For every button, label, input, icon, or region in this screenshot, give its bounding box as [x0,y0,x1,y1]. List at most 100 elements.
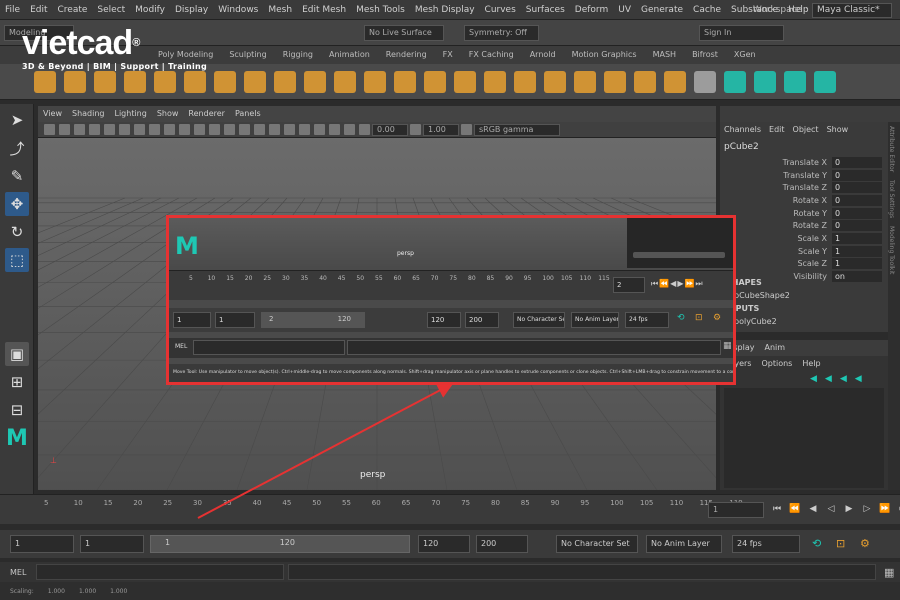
pipe-icon[interactable] [304,70,326,93]
inset-anim-layer[interactable]: No Anim Layer [571,312,619,328]
menu-9[interactable]: Mesh Tools [351,0,410,20]
fps-dropdown[interactable]: 24 fps [732,535,800,553]
anim-layer-dropdown[interactable]: No Anim Layer [646,535,722,553]
extrude-icon[interactable] [604,70,626,93]
menu-15[interactable]: Generate [636,0,688,20]
step-forward-key-icon[interactable]: ⏩ [878,502,892,516]
shape-node[interactable]: pCubeShape2 [720,289,888,302]
inset-playback-end-field[interactable]: 120 [427,312,461,328]
menu-3[interactable]: Select [92,0,130,20]
viewport-menu-4[interactable]: Renderer [183,106,230,122]
menu-16[interactable]: Cache [688,0,726,20]
animation-end-field[interactable]: 200 [476,535,528,553]
single-view-icon[interactable]: ▣ [5,342,29,366]
inset-mel-input[interactable] [193,340,345,355]
menu-2[interactable]: Create [53,0,93,20]
exposure-icon[interactable] [359,124,370,135]
shelf-tab-1[interactable]: Sculpting [221,46,274,64]
attribute-value-field[interactable]: 0 [832,220,882,232]
soccer-icon[interactable] [364,70,386,93]
shelf-tab-5[interactable]: FX [435,46,461,64]
paint-select-icon[interactable]: ✎ [5,164,29,188]
attribute-value-field[interactable]: 0 [832,156,882,168]
sculpt-icon[interactable] [814,70,836,93]
two-view-icon[interactable]: ⊟ [5,398,29,422]
viewport-menu-1[interactable]: Shading [67,106,110,122]
shelf-tab-8[interactable]: Motion Graphics [564,46,645,64]
viewport-menu-0[interactable]: View [38,106,67,122]
image-plane-icon[interactable] [89,124,100,135]
current-frame-field[interactable]: 1 [708,502,764,518]
menu-8[interactable]: Edit Mesh [297,0,351,20]
disc-icon[interactable] [214,70,236,93]
range-slider[interactable]: 1 120 [150,535,410,553]
menu-6[interactable]: Windows [213,0,263,20]
script-editor-icon[interactable]: ▦ [884,566,894,579]
auto-key-icon[interactable]: ⊡ [836,537,845,550]
shelf-tab-6[interactable]: FX Caching [461,46,522,64]
channel-menu-0[interactable]: Channels [720,122,765,138]
antialias-icon[interactable] [239,124,250,135]
input-node[interactable]: polyCube2 [720,315,888,328]
inset-start-field[interactable]: 1 [173,312,211,328]
sign-in-button[interactable]: Sign In [699,24,784,41]
type-icon[interactable] [394,70,416,93]
anim-preferences-icon[interactable]: ⚙ [860,537,870,550]
step-back-key-icon[interactable]: ⏪ [788,502,802,516]
platonic-icon[interactable] [244,70,266,93]
go-to-start-icon[interactable]: ⏮ [770,502,784,516]
menu-4[interactable]: Modify [130,0,170,20]
mirror-icon[interactable] [754,70,776,93]
viewport-menu-2[interactable]: Lighting [109,106,151,122]
menu-0[interactable]: File [0,0,25,20]
inset-fps[interactable]: 24 fps [625,312,669,328]
merge-icon[interactable] [634,70,656,93]
inset-loop-icon[interactable]: ⟲ [677,313,685,323]
multi-cut-icon[interactable] [724,70,746,93]
inset-end-field[interactable]: 200 [465,312,499,328]
workspace-dropdown[interactable]: Maya Classic* [812,2,892,18]
smooth-shade-icon[interactable] [134,124,145,135]
scale-tool-icon[interactable]: ⬚ [5,248,29,272]
gate-mask-icon[interactable] [299,124,310,135]
attribute-value-field[interactable]: 0 [832,207,882,219]
inset-character-set[interactable]: No Character Set [513,312,565,328]
bevel-icon[interactable] [544,70,566,93]
separate-icon[interactable] [484,70,506,93]
channel-menu-2[interactable]: Object [789,122,823,138]
quad-draw-icon[interactable] [694,70,716,93]
select-tool-icon[interactable]: ➤ [5,108,29,132]
rotate-tool-icon[interactable]: ↻ [5,220,29,244]
shelf-tab-7[interactable]: Arnold [522,46,564,64]
go-to-end-icon[interactable]: ⏭ [896,502,900,516]
pyramid-icon[interactable] [274,70,296,93]
attribute-value-field[interactable]: 1 [832,258,882,270]
attribute-value-field[interactable]: 1 [832,245,882,257]
attribute-value-field[interactable]: 0 [832,182,882,194]
inset-time-slider[interactable]: 5 10 15 20 25 30 35 40 45 50 55 60 65 70 75 80 85 90 95 100… [169,270,733,300]
attribute-value-field[interactable]: 0 [832,169,882,181]
shelf-tab-10[interactable]: Bifrost [684,46,726,64]
dof-icon[interactable] [254,124,265,135]
mel-label[interactable]: MEL [0,568,36,577]
shelf-tab-4[interactable]: Rendering [378,46,435,64]
play-backward-icon[interactable]: ◁ [824,502,838,516]
inset-playback-start-field[interactable]: 1 [215,312,255,328]
shelf-tab-11[interactable]: XGen [726,46,764,64]
shelf-tab-2[interactable]: Rigging [275,46,321,64]
shelf-tab-9[interactable]: MASH [645,46,684,64]
time-slider[interactable]: 5 10 15 20 25 30 35 40 45 50 55 60 65 70 75 80 85 90 95 100… [0,494,900,524]
attribute-value-field[interactable]: 0 [832,194,882,206]
gamma-icon[interactable] [410,124,421,135]
viewport-menu-3[interactable]: Show [152,106,184,122]
inset-prefs-icon[interactable]: ⚙ [713,313,721,323]
channel-menu-1[interactable]: Edit [765,122,789,138]
smooth-icon[interactable] [514,70,536,93]
menu-13[interactable]: Deform [570,0,613,20]
booleans-icon[interactable] [784,70,806,93]
side-tab-1[interactable]: Tool Settings [888,176,895,222]
inset-mel-label[interactable]: MEL [175,343,187,350]
xray-joints-icon[interactable] [284,124,295,135]
character-set-dropdown[interactable]: No Character Set [556,535,638,553]
inset-playback-controls-icon[interactable]: ⏮⏪◀▶⏩⏭ [651,279,704,289]
